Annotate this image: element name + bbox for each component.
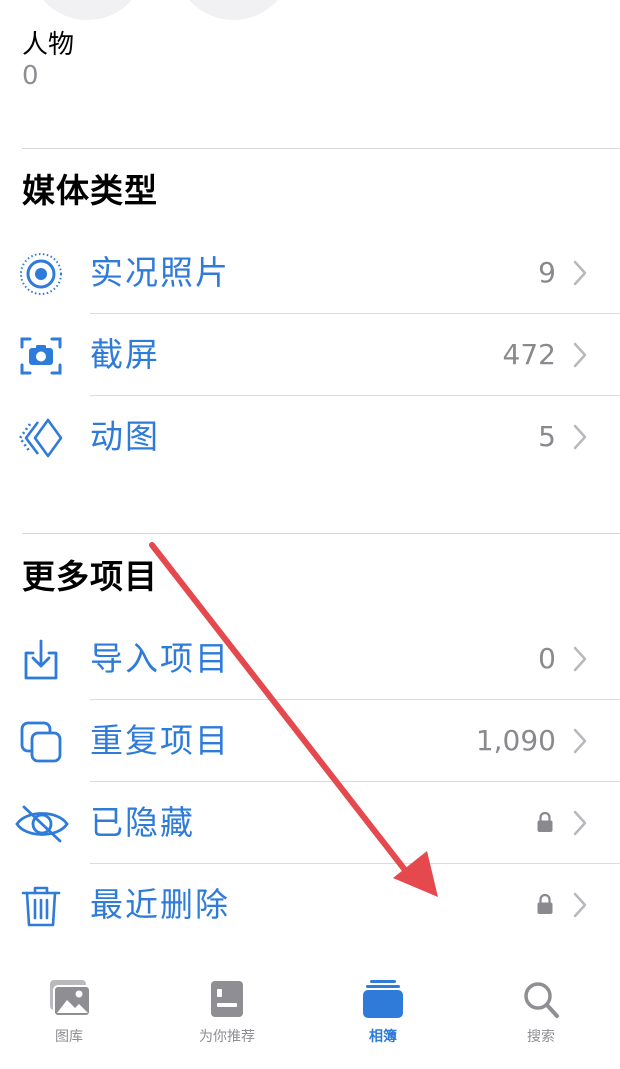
row-count: 1,090 bbox=[475, 724, 556, 757]
people-thumbnails bbox=[30, 0, 330, 20]
for-you-icon bbox=[211, 981, 243, 1017]
row-label: 导入项目 bbox=[90, 639, 230, 678]
row-count: 9 bbox=[538, 256, 556, 289]
row-duplicates[interactable]: 重复项目 1,090 bbox=[0, 700, 620, 782]
tab-bar: 图库 为你推荐 相簿 搜索 bbox=[0, 960, 620, 1069]
people-count: 0 bbox=[22, 61, 39, 91]
row-label: 最近删除 bbox=[90, 885, 230, 924]
library-icon bbox=[50, 980, 91, 1017]
section-divider bbox=[22, 533, 620, 534]
section-divider bbox=[22, 148, 620, 149]
animated-icon bbox=[18, 415, 64, 461]
row-live-photos[interactable]: 实况照片 9 bbox=[0, 232, 620, 314]
row-imports[interactable]: 导入项目 0 bbox=[0, 618, 620, 700]
albums-icon bbox=[363, 980, 403, 1018]
people-label[interactable]: 人物 bbox=[22, 28, 74, 62]
search-icon bbox=[524, 982, 559, 1018]
chevron-right-icon bbox=[573, 424, 587, 450]
tab-label: 搜索 bbox=[527, 1029, 555, 1045]
row-label: 动图 bbox=[90, 417, 160, 456]
tab-albums[interactable]: 相簿 bbox=[328, 978, 438, 1046]
row-count: 0 bbox=[538, 642, 556, 675]
chevron-right-icon bbox=[573, 810, 587, 836]
row-count: 5 bbox=[538, 420, 556, 453]
media-types-title: 媒体类型 bbox=[22, 171, 158, 210]
row-label: 重复项目 bbox=[90, 721, 230, 760]
chevron-right-icon bbox=[573, 342, 587, 368]
tab-label: 相簿 bbox=[369, 1029, 397, 1045]
trash-icon bbox=[18, 883, 64, 929]
live-photo-icon bbox=[18, 251, 64, 297]
import-icon bbox=[18, 637, 64, 683]
person-thumbnail[interactable] bbox=[30, 0, 145, 20]
row-count: 472 bbox=[502, 338, 556, 371]
tab-label: 图库 bbox=[55, 1029, 83, 1045]
tab-search[interactable]: 搜索 bbox=[486, 978, 596, 1046]
row-recently-deleted[interactable]: 最近删除 bbox=[0, 864, 620, 946]
screenshot-icon bbox=[18, 333, 64, 379]
row-label: 实况照片 bbox=[90, 253, 230, 292]
lock-icon bbox=[537, 893, 553, 914]
tab-library[interactable]: 图库 bbox=[14, 978, 124, 1046]
tab-label: 为你推荐 bbox=[199, 1029, 255, 1045]
row-hidden[interactable]: 已隐藏 bbox=[0, 782, 620, 864]
duplicate-icon bbox=[18, 719, 64, 765]
row-label: 已隐藏 bbox=[90, 803, 195, 842]
chevron-right-icon bbox=[573, 646, 587, 672]
chevron-right-icon bbox=[573, 260, 587, 286]
lock-icon bbox=[537, 811, 553, 832]
tab-for-you[interactable]: 为你推荐 bbox=[172, 978, 282, 1046]
row-animated[interactable]: 动图 5 bbox=[0, 396, 620, 478]
row-screenshots[interactable]: 截屏 472 bbox=[0, 314, 620, 396]
chevron-right-icon bbox=[573, 892, 587, 918]
row-label: 截屏 bbox=[90, 335, 160, 374]
chevron-right-icon bbox=[573, 728, 587, 754]
hidden-eye-icon bbox=[14, 801, 70, 847]
more-items-title: 更多项目 bbox=[22, 557, 158, 596]
person-thumbnail[interactable] bbox=[176, 0, 291, 20]
